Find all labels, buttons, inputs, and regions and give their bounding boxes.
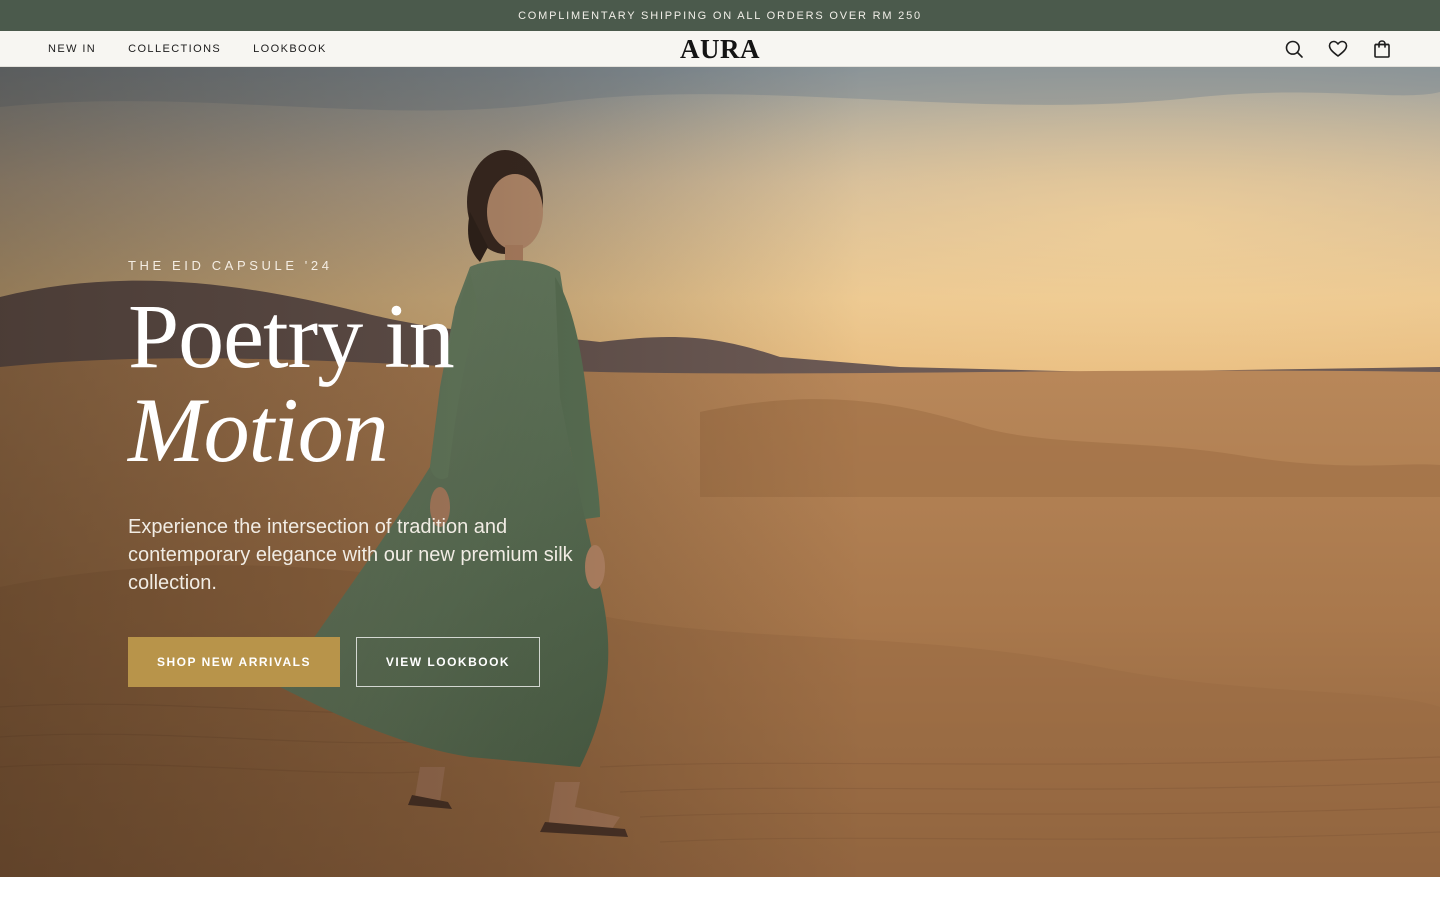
shopping-bag-icon[interactable] bbox=[1372, 39, 1392, 59]
search-icon[interactable] bbox=[1284, 39, 1304, 59]
hero-description: Experience the intersection of tradition… bbox=[128, 516, 573, 594]
shop-new-arrivals-button[interactable]: SHOP NEW ARRIVALS bbox=[128, 637, 340, 687]
heart-icon[interactable] bbox=[1328, 39, 1348, 59]
nav-icon-group bbox=[1260, 31, 1392, 67]
hero-banner: THE EID CAPSULE '24 Poetry in Motion Exp… bbox=[0, 67, 1440, 877]
hero-title: Poetry in Motion bbox=[128, 285, 455, 481]
top-navigation: NEW IN COLLECTIONS LOOKBOOK AURA bbox=[0, 31, 1440, 67]
nav-link-new-in[interactable]: NEW IN bbox=[48, 43, 96, 55]
hero-title-line2: Motion bbox=[128, 379, 389, 481]
view-lookbook-button[interactable]: VIEW LOOKBOOK bbox=[356, 637, 540, 687]
brand-logo[interactable]: AURA bbox=[680, 34, 760, 65]
hero-eyebrow: THE EID CAPSULE '24 bbox=[128, 258, 333, 273]
announcement-bar: COMPLIMENTARY SHIPPING ON ALL ORDERS OVE… bbox=[0, 0, 1440, 31]
nav-link-collections[interactable]: COLLECTIONS bbox=[128, 43, 221, 55]
page-continuation bbox=[0, 877, 1440, 900]
announcement-text: COMPLIMENTARY SHIPPING ON ALL ORDERS OVE… bbox=[518, 9, 922, 22]
primary-nav: NEW IN COLLECTIONS LOOKBOOK bbox=[48, 31, 359, 67]
hero-title-line1: Poetry in bbox=[128, 285, 455, 387]
nav-link-lookbook[interactable]: LOOKBOOK bbox=[253, 43, 327, 55]
